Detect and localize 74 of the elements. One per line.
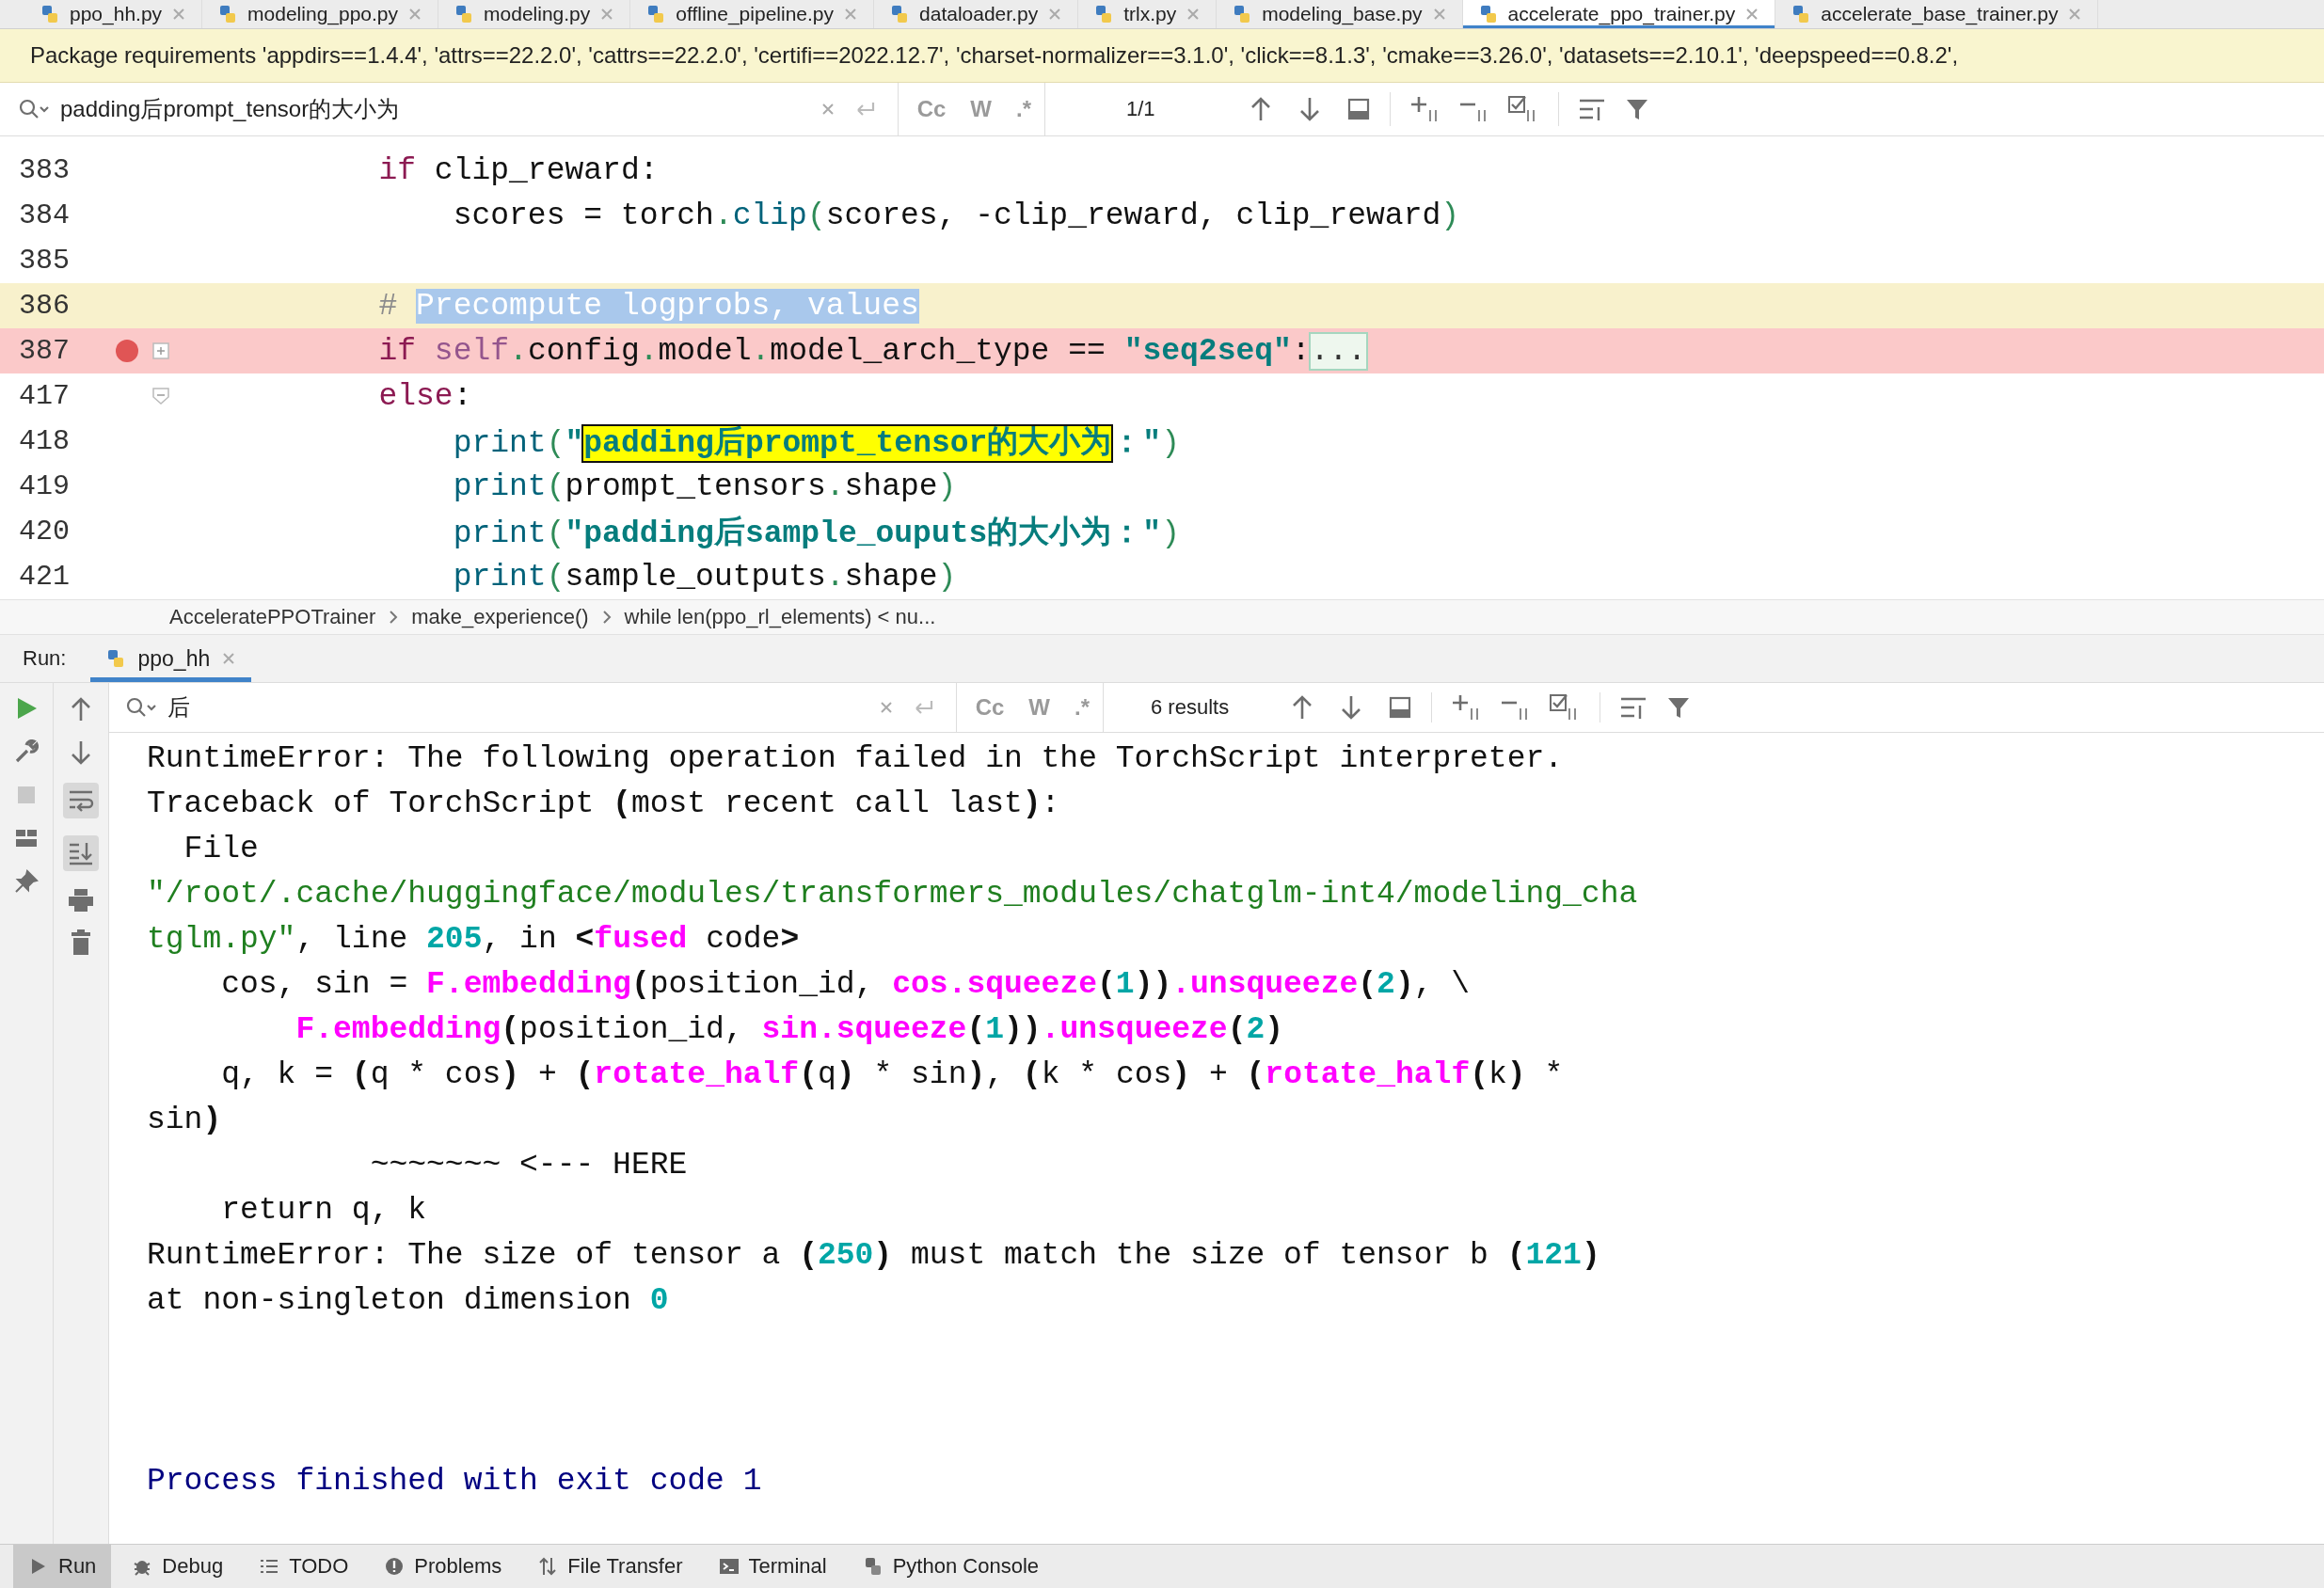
console-line: cos, sin = F.embedding(position_id, cos.squeeze(1)).unsqueeze(2), \ [220,966,1472,1004]
scroll-to-end-toggle[interactable] [63,835,99,871]
line-number: 421 [18,561,71,593]
code-line: scores = torch.clip(scores, -clip_reward, clip_reward) [452,198,1460,233]
code-line: print(sample_outputs.shape) [452,559,957,595]
transfer-icon [537,1556,559,1577]
console-line: q, k = (q * cos) + (rotate_half(q) * sin), (k * cos) + (rotate_half(k) * [220,1056,1565,1094]
console-line: Traceback of TorchScript (most recent call last): [147,786,1061,823]
run-label: Run: [23,646,67,671]
breakpoint-icon[interactable] [115,339,139,363]
python-file-icon [40,4,60,24]
filter-icon[interactable] [1666,695,1691,720]
code-line: if clip_reward: [377,152,659,188]
warning-icon [384,1556,406,1577]
tool-window-button[interactable]: TODO [244,1545,364,1588]
tool-window-button[interactable]: Python Console [847,1545,1054,1588]
wrench-icon[interactable] [14,739,39,764]
chevron-icon [601,610,612,625]
next-occurrence-icon[interactable] [1339,694,1363,721]
filter-icon[interactable] [1625,97,1649,121]
code-line: # Precompute logprobs, values [377,288,919,324]
code-line: if self.config.model.model_arch_type == "seq2seq":... [377,333,1367,369]
console-line: RuntimeError: The size of tensor a (250) must match the size of tensor b (121) [147,1237,1601,1275]
line-number: 383 [18,154,71,186]
code-line: else: [377,378,472,414]
tool-window-button[interactable]: Problems [369,1545,517,1588]
line-number: 385 [18,245,71,277]
soft-wrap-toggle[interactable] [63,783,99,818]
console-line: sin) [147,1102,223,1139]
console-line: ~~~~~~~ <--- HERE [369,1147,689,1184]
editor-tab[interactable]: accelerate_ppo_trainer.py [1462,0,1776,28]
match-count: 1/1 [1126,97,1156,121]
package-warning: Package requirements 'appdirs==1.4.4', 'attrs==22.2.0', 'cattrs==22.2.0', 'certifi==2022.12.7', 'charset-normalizer==3.1.0', 'click==8.1.3', 'cmake==3.26.0', 'datasets==2.10.1', 'deepspeed==0.8.2', [30,42,1959,69]
console-line: tglm.py", line 205, in <fused code> [147,921,801,959]
console-line: RuntimeError: The following operation failed in the TorchScript interpreter. [147,740,1565,778]
chevron-icon [389,610,399,625]
line-number: 420 [18,516,71,548]
line-number: 386 [18,290,71,322]
line-number: 418 [18,425,71,457]
close-tab-icon[interactable] [1744,7,1760,22]
search-field[interactable]: 后 [167,692,879,723]
clear-icon[interactable] [878,700,894,715]
tool-window-button[interactable]: Debug [117,1545,239,1588]
select-all-icon[interactable] [1346,97,1371,121]
line-number: 417 [18,380,71,412]
console-line: return q, k [220,1192,428,1230]
console-line: at non-singleton dimension 0 [147,1282,670,1320]
breadcrumb-item[interactable]: AcceleratePPOTrainer [169,605,376,629]
tool-window-button[interactable]: File Transfer [522,1545,698,1588]
line-number: 387 [18,335,71,367]
results-count: 6 results [1151,695,1231,720]
next-occurrence-icon[interactable] [1297,96,1322,122]
console-line: "/root/.cache/huggingface/modules/transformers_modules/chatglm-int4/modeling_cha [147,876,1639,913]
tool-window-button[interactable]: Terminal [703,1545,842,1588]
console-line: F.embedding(position_id, sin.squeeze(1)).unsqueeze(2) [294,1011,1285,1049]
clear-icon[interactable] [820,102,836,117]
exit-message: Process finished with exit code 1 [147,1463,763,1501]
select-all-icon[interactable] [1388,695,1412,720]
wrap-lines-icon [68,788,94,813]
down-arrow-icon[interactable] [69,739,93,766]
scroll-end-icon [68,841,94,865]
line-number: 419 [18,470,71,502]
code-line: print("padding后sample_ouputs的大小为：") [452,515,1180,553]
tool-window-button[interactable]: Run [13,1545,112,1588]
trash-icon[interactable] [69,929,93,956]
search-field[interactable]: padding后prompt_tensor的大小为 [60,94,820,124]
breadcrumb-item[interactable]: make_experience() [411,605,589,629]
code-line: print(prompt_tensors.shape) [452,468,957,504]
print-icon[interactable] [68,888,94,913]
breadcrumb-item[interactable]: while len(ppo_rl_elements) < nu... [624,605,936,629]
console-line: File [183,831,260,868]
pin-icon[interactable] [14,869,39,894]
terminal-icon [718,1556,740,1577]
line-number: 384 [18,199,71,231]
